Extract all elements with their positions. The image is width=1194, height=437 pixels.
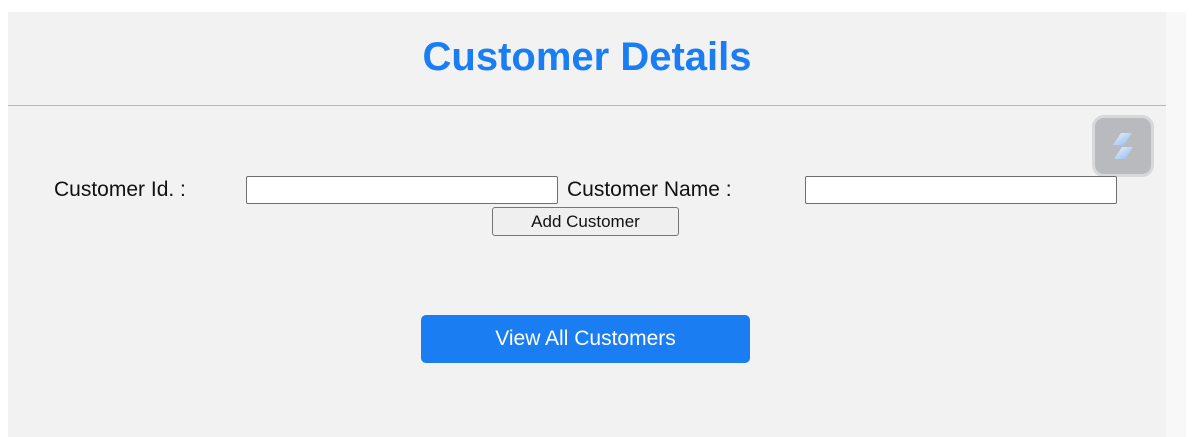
header-divider — [8, 105, 1166, 106]
extension-logo-icon — [1113, 133, 1133, 159]
add-customer-button[interactable]: Add Customer — [492, 207, 679, 236]
extension-button[interactable] — [1092, 115, 1154, 177]
customer-id-input[interactable] — [246, 176, 558, 204]
page-title: Customer Details — [422, 35, 752, 79]
customer-form: Customer Id. : Customer Name : — [8, 176, 1166, 204]
customer-id-label: Customer Id. : — [54, 178, 186, 201]
view-all-customers-button[interactable]: View All Customers — [421, 315, 750, 363]
customer-name-label: Customer Name : — [567, 178, 732, 201]
page-container: Customer Details Customer Id. : Customer… — [8, 12, 1166, 437]
customer-name-input[interactable] — [805, 176, 1117, 204]
scrollbar-track[interactable] — [1166, 12, 1186, 437]
